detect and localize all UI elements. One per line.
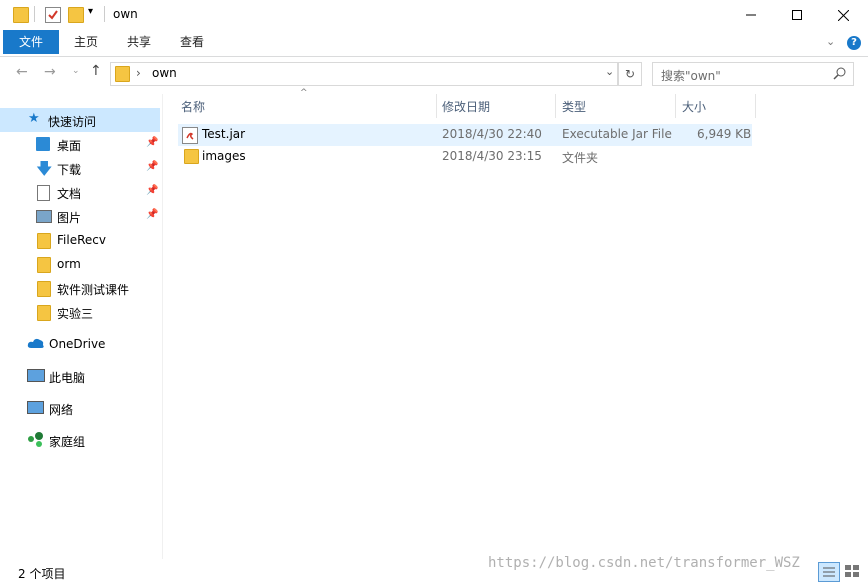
homegroup-icon — [27, 431, 43, 447]
address-bar[interactable]: › own ⌄ — [110, 62, 618, 86]
minimize-button[interactable] — [728, 0, 774, 30]
network-icon — [27, 401, 44, 414]
cloud-icon — [27, 336, 44, 350]
nav-item-desktop[interactable]: 桌面 📌 — [0, 132, 160, 156]
expand-ribbon-chevron-icon[interactable]: ⌄ — [826, 35, 835, 48]
nav-item-label: 桌面 — [57, 139, 82, 153]
title-bar: ▾ own — [0, 0, 868, 30]
desktop-icon — [36, 137, 50, 151]
pin-icon: 📌 — [146, 209, 159, 220]
details-view-icon[interactable] — [818, 562, 840, 582]
nav-item-onedrive[interactable]: OneDrive — [0, 332, 160, 356]
nav-item-experiment3[interactable]: 实验三 — [0, 300, 160, 324]
nav-item-label: 快速访问 — [48, 115, 97, 129]
file-name: images — [202, 149, 246, 163]
folder-icon — [184, 149, 199, 164]
pin-icon: 📌 — [146, 161, 159, 172]
nav-quick-access[interactable]: ★ 快速访问 — [0, 108, 160, 132]
customize-toolbar-icon[interactable]: ▾ — [88, 6, 93, 17]
document-icon — [37, 185, 50, 201]
large-icons-view-icon[interactable] — [843, 563, 861, 579]
computer-icon — [27, 369, 45, 382]
column-header-type[interactable]: 类型 — [562, 96, 586, 118]
column-header-name[interactable]: 名称 — [181, 96, 205, 118]
refresh-icon[interactable]: ↻ — [618, 62, 642, 86]
nav-item-label: 软件测试课件 — [57, 283, 130, 297]
folder-icon — [37, 281, 51, 297]
search-icon[interactable] — [833, 66, 847, 83]
properties-icon[interactable] — [45, 7, 61, 23]
nav-item-label: FileRecv — [57, 233, 106, 247]
tab-home[interactable]: 主页 — [62, 30, 110, 54]
column-header-size[interactable]: 大小 — [682, 96, 706, 118]
file-name: Test.jar — [202, 127, 246, 141]
breadcrumb-own[interactable]: own — [152, 66, 177, 80]
search-input[interactable]: 搜索"own" — [652, 62, 854, 86]
tab-share[interactable]: 共享 — [114, 30, 164, 54]
nav-item-homegroup[interactable]: 家庭组 — [0, 428, 160, 452]
column-divider[interactable] — [436, 94, 437, 118]
nav-item-label: 家庭组 — [49, 435, 86, 449]
nav-item-label: 此电脑 — [49, 371, 86, 385]
breadcrumb-separator: › — [136, 66, 141, 80]
pin-icon: 📌 — [146, 137, 159, 148]
nav-item-orm[interactable]: orm — [0, 252, 160, 276]
forward-arrow-icon[interactable]: → — [44, 64, 56, 80]
file-type: 文件夹 — [562, 151, 599, 165]
nav-item-network[interactable]: 网络 — [0, 396, 160, 420]
column-divider[interactable] — [555, 94, 556, 118]
star-icon: ★ — [28, 111, 40, 126]
pin-icon: 📌 — [146, 185, 159, 196]
folder-icon — [13, 7, 29, 23]
divider — [34, 6, 35, 22]
file-date: 2018/4/30 23:15 — [442, 149, 542, 163]
column-divider[interactable] — [675, 94, 676, 118]
file-row-images[interactable]: images 2018/4/30 23:15 文件夹 — [178, 146, 752, 168]
nav-item-label: orm — [57, 257, 81, 271]
file-date: 2018/4/30 22:40 — [442, 127, 542, 141]
nav-item-label: 实验三 — [57, 307, 94, 321]
nav-item-label: 网络 — [49, 403, 74, 417]
jar-file-icon — [182, 127, 198, 144]
folder-icon — [37, 305, 51, 321]
divider — [104, 6, 105, 22]
pictures-icon — [36, 210, 52, 223]
folder-icon — [115, 66, 130, 82]
nav-item-courseware[interactable]: 软件测试课件 — [0, 276, 160, 300]
nav-item-downloads[interactable]: 🡇 下载 📌 — [0, 156, 160, 180]
nav-item-filerecv[interactable]: FileRecv — [0, 228, 160, 252]
nav-item-label: 图片 — [57, 211, 82, 225]
nav-item-label: OneDrive — [49, 337, 106, 351]
window-title: own — [113, 7, 138, 21]
address-dropdown-icon[interactable]: ⌄ — [605, 65, 614, 78]
column-header-date[interactable]: 修改日期 — [442, 96, 490, 118]
column-divider[interactable] — [755, 94, 756, 118]
search-placeholder: 搜索"own" — [661, 69, 721, 83]
back-arrow-icon[interactable]: ← — [16, 64, 28, 80]
recent-locations-chevron-icon[interactable]: ⌄ — [72, 66, 80, 76]
tab-view[interactable]: 查看 — [166, 30, 218, 54]
status-item-count: 2 个项目 — [18, 567, 66, 581]
folder-icon — [37, 257, 51, 273]
download-icon: 🡇 — [36, 159, 53, 178]
new-folder-icon[interactable] — [68, 7, 84, 23]
close-button[interactable] — [820, 0, 866, 30]
file-row-test-jar[interactable]: Test.jar 2018/4/30 22:40 Executable Jar … — [178, 124, 752, 146]
file-size: 6,949 KB — [697, 127, 752, 141]
nav-item-documents[interactable]: 文档 📌 — [0, 180, 160, 204]
tab-file[interactable]: 文件 — [3, 30, 59, 54]
sort-ascending-icon: ^ — [300, 88, 308, 98]
file-type: Executable Jar File — [562, 127, 672, 141]
nav-item-label: 文档 — [57, 187, 82, 201]
up-arrow-icon[interactable]: ↑ — [90, 63, 102, 79]
nav-item-label: 下载 — [57, 163, 82, 177]
nav-item-this-pc[interactable]: 此电脑 — [0, 364, 160, 388]
help-icon[interactable]: ? — [847, 36, 861, 50]
maximize-button[interactable] — [774, 0, 820, 30]
nav-item-pictures[interactable]: 图片 📌 — [0, 204, 160, 228]
folder-icon — [37, 233, 51, 249]
watermark: https://blog.csdn.net/transformer_WSZ — [488, 555, 800, 571]
